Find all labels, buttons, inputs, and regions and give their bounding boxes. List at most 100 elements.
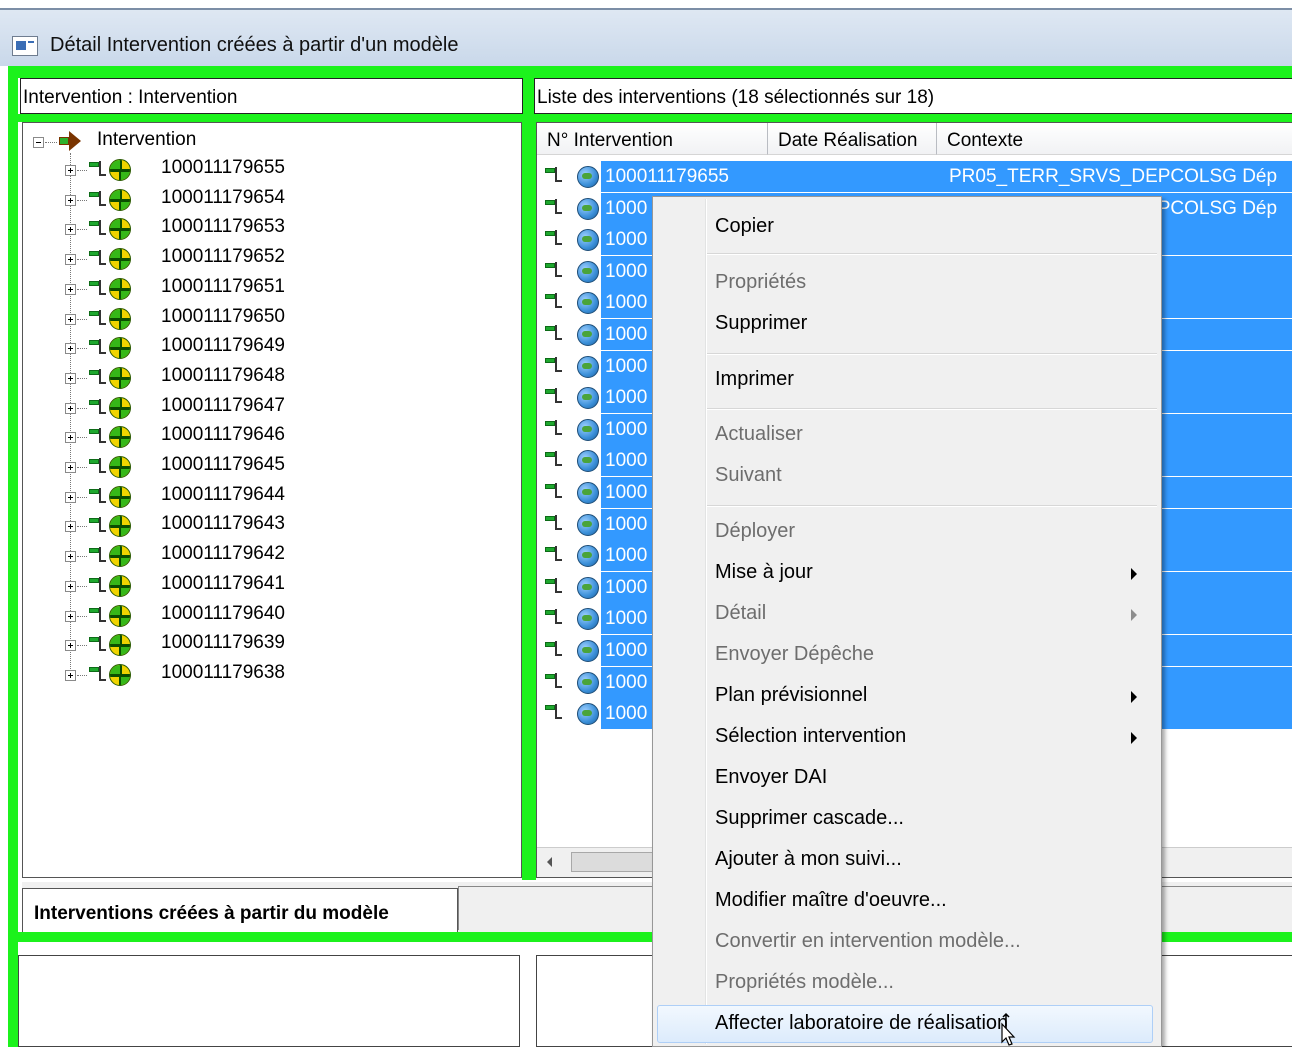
menu-item-modifier-maitre-d-oeuvre[interactable]: Modifier maître d'oeuvre... <box>715 889 947 912</box>
expand-icon[interactable] <box>65 194 76 206</box>
crosshair-icon <box>109 426 131 449</box>
tree-item[interactable]: 100011179647 <box>23 393 503 423</box>
crosshair-icon <box>109 663 131 686</box>
intervention-number: 1000 <box>605 513 648 535</box>
lower-left-pane <box>18 955 520 1047</box>
intervention-number: 1000 <box>605 324 648 345</box>
menu-item-convertir-en-intervention-modele: Convertir en intervention modèle... <box>715 930 1021 952</box>
expand-icon[interactable] <box>65 640 76 652</box>
expand-icon[interactable] <box>65 165 76 176</box>
column-header-context[interactable]: Contexte <box>937 123 1292 155</box>
expand-icon[interactable] <box>65 313 76 325</box>
expand-icon[interactable] <box>65 432 76 444</box>
menu-item-copier[interactable]: Copier <box>715 215 774 238</box>
tree-item[interactable]: 100011179642 <box>23 541 503 571</box>
flag-icon <box>87 545 107 565</box>
tree-item-label: 100011179638 <box>161 661 285 683</box>
intervention-number: 1000 <box>605 703 648 725</box>
tab-interventions-modele[interactable]: Interventions créées à partir du modèle <box>22 888 458 932</box>
globe-icon <box>577 387 599 410</box>
flag-icon <box>543 418 563 438</box>
intervention-number: 1000 <box>605 576 648 598</box>
tree-item[interactable]: 100011179653 <box>23 214 503 244</box>
scroll-left-icon[interactable] <box>547 857 552 867</box>
intervention-number: 1000 <box>605 418 648 440</box>
expand-icon[interactable] <box>65 610 76 622</box>
tree-item[interactable]: 100011179645 <box>23 452 503 482</box>
frame-splitter[interactable] <box>522 118 536 880</box>
expand-icon[interactable] <box>65 224 76 236</box>
menu-item-supprimer-cascade[interactable]: Supprimer cascade... <box>715 807 904 830</box>
menu-item-envoyer-dai[interactable]: Envoyer DAI <box>715 766 827 789</box>
menu-item-plan-previsionnel[interactable]: Plan prévisionnel <box>715 684 867 707</box>
flag-icon <box>543 449 563 469</box>
expand-icon[interactable] <box>65 343 76 355</box>
column-header-date[interactable]: Date Réalisation <box>768 123 937 155</box>
flag-icon <box>543 260 563 280</box>
globe-icon <box>577 260 599 283</box>
globe-icon <box>577 608 599 631</box>
tree-item[interactable]: 100011179651 <box>23 274 503 304</box>
tree-item-label: 100011179647 <box>161 394 285 416</box>
expand-icon[interactable] <box>65 521 76 533</box>
expand-icon[interactable] <box>65 580 76 592</box>
expand-icon[interactable] <box>65 372 76 384</box>
crosshair-icon <box>109 574 131 597</box>
expand-icon[interactable] <box>65 551 76 563</box>
intervention-number: 1000 <box>605 608 648 630</box>
tree-item[interactable]: 100011179639 <box>23 630 503 660</box>
menu-item-selection-intervention[interactable]: Sélection intervention <box>715 725 906 748</box>
expand-icon[interactable] <box>65 669 76 681</box>
tree-item-label: 100011179648 <box>161 364 285 386</box>
tree-item[interactable]: 100011179648 <box>23 363 503 393</box>
frame-left <box>8 66 18 1047</box>
flag-icon <box>543 386 563 406</box>
flag-icon <box>87 486 107 506</box>
expand-icon[interactable] <box>65 491 76 503</box>
left-panel-header: Intervention : Intervention <box>20 78 523 114</box>
globe-icon <box>577 703 599 726</box>
flag-icon <box>87 575 107 595</box>
menu-item-mise-a-jour[interactable]: Mise à jour <box>715 561 813 584</box>
tree-view[interactable]: Intervention 100011179655 100011179654 1000… <box>22 122 522 878</box>
tree-item[interactable]: 100011179649 <box>23 333 503 363</box>
globe-icon <box>577 482 599 504</box>
tree-item[interactable]: 100011179650 <box>23 304 503 334</box>
crosshair-icon <box>109 515 131 538</box>
tree-item-label: 100011179650 <box>161 305 285 327</box>
frame-top <box>8 66 1292 78</box>
tree-item-label: 100011179645 <box>161 454 285 475</box>
menu-item-supprimer[interactable]: Supprimer <box>715 312 807 335</box>
tree-item[interactable]: 100011179655 <box>23 155 503 185</box>
expand-icon[interactable] <box>65 462 76 473</box>
list-row[interactable]: 100011179655 PR05_TERR_SRVS_DEPCOLSG Dép <box>537 161 1292 192</box>
tree-item[interactable]: 100011179652 <box>23 244 503 274</box>
expand-icon[interactable] <box>65 254 76 266</box>
globe-icon <box>577 450 599 473</box>
tree-item[interactable]: 100011179646 <box>23 422 503 452</box>
menu-item-suivant: Suivant <box>715 464 782 486</box>
crosshair-icon <box>109 277 131 300</box>
flag-icon <box>87 397 107 417</box>
menu-item-detail: Détail <box>715 602 767 624</box>
intervention-number: 1000 <box>605 450 648 472</box>
collapse-icon[interactable] <box>33 137 44 148</box>
tree-item[interactable]: 100011179641 <box>23 571 503 601</box>
menu-item-imprimer[interactable]: Imprimer <box>715 368 794 391</box>
column-header-num[interactable]: N° Intervention <box>537 123 768 155</box>
menu-item-ajouter-a-mon-suivi[interactable]: Ajouter à mon suivi... <box>715 848 902 871</box>
arrow-right-icon <box>69 131 81 151</box>
expand-icon[interactable] <box>65 402 76 414</box>
tree-item[interactable]: 100011179643 <box>23 511 503 541</box>
globe-icon <box>577 355 599 378</box>
intervention-number: 1000 <box>605 260 648 282</box>
flag-icon <box>543 576 563 596</box>
expand-icon[interactable] <box>65 283 76 295</box>
tree-item[interactable]: 100011179638 <box>23 660 503 690</box>
tree-item[interactable]: 100011179644 <box>23 482 503 512</box>
tree-root[interactable]: Intervention <box>23 127 503 157</box>
tree-item[interactable]: 100011179640 <box>23 601 503 631</box>
tree-item[interactable]: 100011179654 <box>23 185 503 215</box>
globe-icon <box>577 576 599 599</box>
menu-item-affecter-laboratoire-de-realisation[interactable]: Affecter laboratoire de réalisation <box>715 1012 1008 1035</box>
